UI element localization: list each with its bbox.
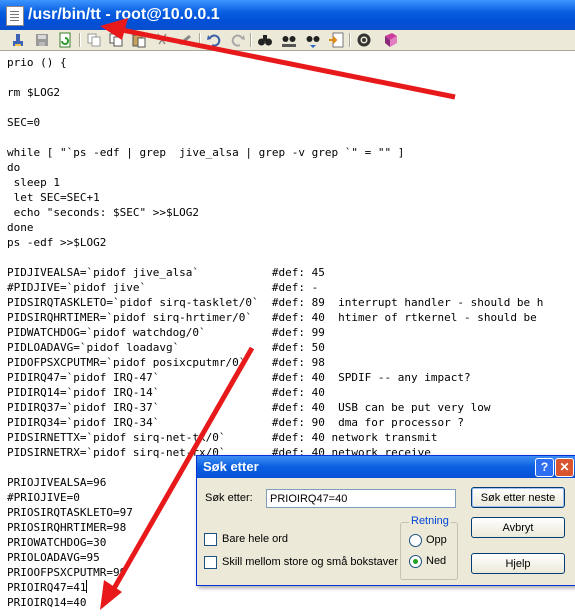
- code-line[interactable]: PIDIRQ34=`pidof IRQ-34` #def: 90 dma for…: [7, 415, 543, 430]
- code-line[interactable]: done: [7, 220, 543, 235]
- help-book-icon[interactable]: [383, 32, 399, 48]
- dialog-title: Søk etter: [203, 459, 259, 474]
- code-line[interactable]: sleep 1: [7, 175, 543, 190]
- code-line[interactable]: [7, 250, 543, 265]
- code-line[interactable]: PIDSIRQTASKLETO=`pidof sirq-tasklet/0` #…: [7, 295, 543, 310]
- find-dialog: Søk etter ? ✕ Søk etter: PRIOIRQ47=40 Sø…: [196, 455, 575, 586]
- up-radio[interactable]: [409, 534, 422, 547]
- refresh-icon[interactable]: [57, 32, 73, 48]
- match-case-label: Skill mellom store og små bokstaver: [222, 556, 399, 568]
- save-icon[interactable]: [34, 32, 50, 48]
- down-label: Ned: [426, 555, 447, 567]
- search-input[interactable]: PRIOIRQ47=40: [266, 489, 456, 508]
- code-line[interactable]: PIDIRQ37=`pidof IRQ-37` #def: 40 USB can…: [7, 400, 543, 415]
- direction-group: [400, 522, 458, 580]
- code-line[interactable]: echo "seconds: $SEC" >>$LOG2: [7, 205, 543, 220]
- notepad-icon: [6, 6, 24, 26]
- code-line[interactable]: [7, 100, 543, 115]
- toolbar: [0, 30, 575, 51]
- code-line[interactable]: PRIOIRQ14=40: [7, 595, 543, 610]
- code-line[interactable]: PIDOFPSXCPUTMR=`pidof posixcputmr/0` #de…: [7, 355, 543, 370]
- find-replace-icon[interactable]: [281, 32, 297, 48]
- dialog-titlebar[interactable]: Søk etter ? ✕: [197, 456, 575, 478]
- code-line[interactable]: ps -edf >>$LOG2: [7, 235, 543, 250]
- settings-icon[interactable]: [356, 32, 372, 48]
- code-line[interactable]: [7, 70, 543, 85]
- code-line[interactable]: PIDLOADAVG=`pidof loadavg` #def: 50: [7, 340, 543, 355]
- code-line[interactable]: let SEC=SEC+1: [7, 190, 543, 205]
- find-next-button[interactable]: Søk etter neste: [471, 487, 565, 508]
- code-line[interactable]: while [ "`ps -edf | grep jive_alsa | gre…: [7, 145, 543, 160]
- window-titlebar[interactable]: /usr/bin/tt - root@10.0.0.1: [0, 0, 575, 30]
- code-line[interactable]: PIDJIVEALSA=`pidof jive_alsa` #def: 45: [7, 265, 543, 280]
- cancel-button[interactable]: Avbryt: [471, 517, 565, 538]
- paste-icon[interactable]: [131, 32, 147, 48]
- toolbar-separator: [199, 33, 201, 47]
- code-line[interactable]: prio () {: [7, 55, 543, 70]
- whole-word-checkbox[interactable]: [204, 533, 217, 546]
- code-line[interactable]: SEC=0: [7, 115, 543, 130]
- undo-icon[interactable]: [206, 32, 222, 48]
- code-line[interactable]: PIDSIRQHRTIMER=`pidof sirq-hrtimer/0` #d…: [7, 310, 543, 325]
- down-radio[interactable]: [409, 555, 422, 568]
- whole-word-label: Bare hele ord: [222, 533, 289, 545]
- search-label: Søk etter:: [205, 492, 253, 504]
- up-label: Opp: [426, 534, 447, 546]
- delete-icon[interactable]: [177, 32, 193, 48]
- cut-icon[interactable]: [154, 32, 170, 48]
- code-line[interactable]: #PIDJIVE=`pidof jive` #def: -: [7, 280, 543, 295]
- code-line[interactable]: rm $LOG2: [7, 85, 543, 100]
- help-title-button[interactable]: ?: [535, 458, 554, 477]
- copy-icon[interactable]: [86, 32, 102, 48]
- code-line[interactable]: PIDSIRNETTX=`pidof sirq-net-tx/0` #def: …: [7, 430, 543, 445]
- help-button[interactable]: Hjelp: [471, 553, 565, 574]
- exit-icon[interactable]: [10, 32, 26, 48]
- code-line[interactable]: [7, 130, 543, 145]
- match-case-checkbox[interactable]: [204, 556, 217, 569]
- code-line[interactable]: PIDIRQ14=`pidof IRQ-14` #def: 40: [7, 385, 543, 400]
- text-cursor: [86, 580, 88, 593]
- close-button[interactable]: ✕: [555, 458, 574, 477]
- window-title: /usr/bin/tt - root@10.0.0.1: [28, 6, 220, 23]
- code-line[interactable]: PIDWATCHDOG=`pidof watchdog/0` #def: 99: [7, 325, 543, 340]
- toolbar-separator: [250, 33, 252, 47]
- find-next-icon[interactable]: [305, 32, 321, 48]
- code-line[interactable]: do: [7, 160, 543, 175]
- code-line[interactable]: PIDIRQ47=`pidof IRQ-47` #def: 40 SPDIF -…: [7, 370, 543, 385]
- direction-label: Retning: [409, 515, 451, 527]
- toolbar-separator: [349, 33, 351, 47]
- redo-icon[interactable]: [230, 32, 246, 48]
- goto-icon[interactable]: [328, 32, 344, 48]
- toolbar-separator: [79, 33, 81, 47]
- copy-doc-icon[interactable]: [108, 32, 124, 48]
- find-icon[interactable]: [257, 32, 273, 48]
